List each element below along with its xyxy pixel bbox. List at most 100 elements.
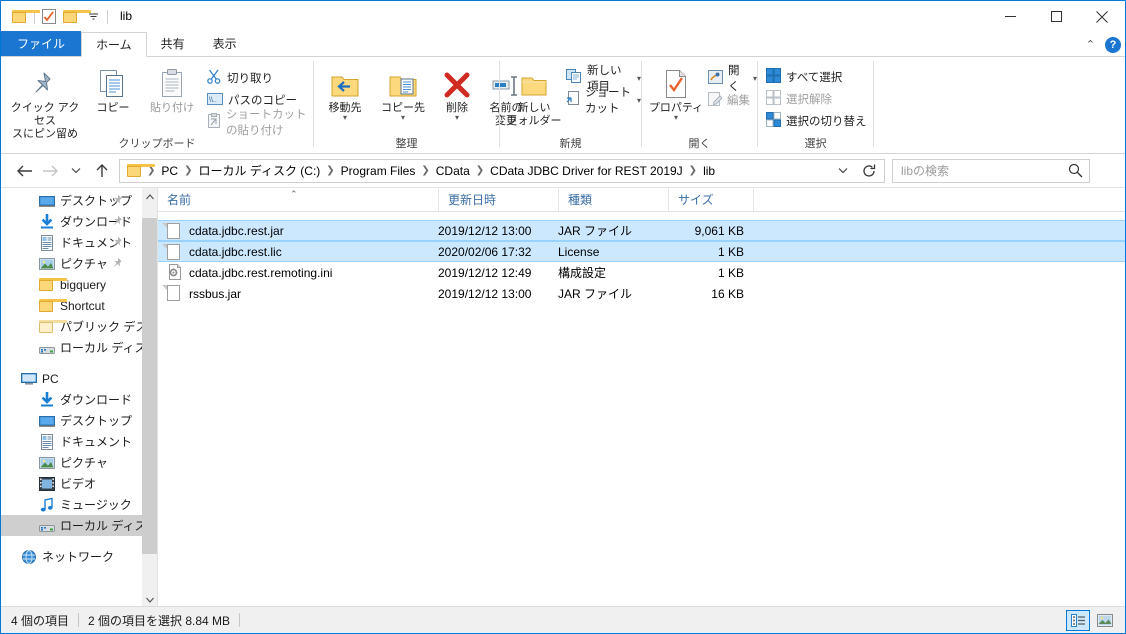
documents-icon [39, 433, 55, 450]
tab-home[interactable]: ホーム [81, 32, 147, 57]
search-input[interactable]: libの検索 [893, 162, 949, 179]
pin-icon[interactable] [112, 215, 123, 229]
select-all-button[interactable]: すべて選択 [766, 67, 842, 87]
minimize-button[interactable] [987, 1, 1033, 32]
sidebar-item-4[interactable]: bigquery [1, 274, 142, 295]
content-area: デスクトップ ダウンロード ドキュメント ピクチャ bigquery Shortcut パブ… [1, 187, 1125, 608]
pin-icon[interactable] [112, 236, 123, 250]
column-header-type[interactable]: 種類 [559, 188, 669, 211]
sidebar-item-14[interactable]: ミュージック [1, 494, 142, 515]
breadcrumb-item-lib[interactable]: lib [698, 164, 720, 178]
sidebar-item-8[interactable]: PC [1, 368, 142, 389]
chevron-down-icon[interactable] [832, 160, 854, 182]
new-folder-button[interactable]: 新しい フォルダー [506, 65, 562, 128]
copy-to-button[interactable]: コピー先 ▾ [374, 65, 432, 122]
sidebar-item-1[interactable]: ダウンロード [1, 211, 142, 232]
properties-icon[interactable] [38, 6, 60, 28]
large-icons-view-button[interactable] [1093, 610, 1117, 631]
select-none-button[interactable]: 選択解除 [766, 89, 832, 109]
tab-share[interactable]: 共有 [147, 31, 199, 56]
edit-button[interactable]: 編集 [708, 90, 750, 110]
file-date-cell: 2019/12/12 12:49 [438, 265, 532, 280]
chevron-down-icon[interactable]: ▾ [674, 114, 678, 122]
sidebar-item-15[interactable]: ローカル ディスク (C [1, 515, 142, 536]
scrollbar-thumb[interactable] [142, 218, 157, 554]
up-button[interactable] [89, 158, 115, 184]
breadcrumb-item-cdata[interactable]: CData [431, 164, 475, 178]
ribbon-group-open: プロパティ ▾ 開く ▾ 編集 開く [642, 57, 757, 153]
pin-icon[interactable] [112, 257, 123, 271]
navigation-scrollbar[interactable] [142, 188, 157, 608]
properties-button[interactable]: プロパティ ▾ [647, 65, 705, 122]
new-folder-icon[interactable] [60, 6, 91, 28]
column-header-size[interactable]: サイズ [669, 188, 754, 211]
paste-shortcut-button[interactable]: ショートカットの貼り付け [207, 109, 313, 137]
pc-icon [21, 371, 37, 387]
scroll-up-arrow[interactable] [142, 188, 157, 205]
copy-button[interactable]: コピー [87, 65, 139, 115]
sidebar-item-2[interactable]: ドキュメント [1, 232, 142, 253]
address-bar[interactable]: ❯ PC ❯ ローカル ディスク (C:) ❯ Program Files ❯ … [119, 158, 885, 183]
sidebar-item-6[interactable]: パブリック デスクトッ [1, 316, 142, 337]
table-row[interactable]: cdata.jdbc.rest.lic 2020/02/06 17:32 Licen… [158, 241, 1125, 262]
breadcrumb-item-program-files[interactable]: Program Files [336, 164, 421, 178]
back-button[interactable] [11, 158, 37, 184]
paste-button[interactable]: 貼り付け [143, 65, 201, 115]
move-to-button[interactable]: 移動先 ▾ [318, 65, 372, 122]
breadcrumb-separator[interactable]: ❯ [325, 165, 335, 176]
sidebar-item-10[interactable]: デスクトップ [1, 410, 142, 431]
breadcrumb-item-pc[interactable]: PC [156, 164, 183, 178]
close-button[interactable] [1079, 1, 1125, 32]
tab-file[interactable]: ファイル [1, 31, 82, 56]
sidebar-item-9[interactable]: ダウンロード [1, 389, 142, 410]
help-icon[interactable]: ? [1105, 36, 1121, 53]
sidebar-item-3[interactable]: ピクチャ [1, 253, 142, 274]
chevron-down-icon[interactable]: ▾ [401, 114, 405, 122]
table-row[interactable]: rssbus.jar 2019/12/12 13:00 JAR ファイル 16 KB [158, 283, 1125, 304]
delete-button[interactable]: 削除 ▾ [436, 65, 478, 122]
shortcut-button[interactable]: ショートカット ▾ [566, 87, 641, 115]
copy-path-icon: \\.. [207, 92, 223, 109]
column-header-date[interactable]: 更新日時 [439, 188, 559, 211]
pin-to-quick-access-button[interactable]: クイック アクセス スにピン留め [7, 65, 83, 141]
details-view-button[interactable] [1066, 610, 1090, 631]
sidebar-item-label: デスクトップ [60, 414, 133, 428]
breadcrumb-separator[interactable]: ❯ [688, 165, 698, 176]
sidebar-item-5[interactable]: Shortcut [1, 295, 142, 316]
sidebar-item-0[interactable]: デスクトップ [1, 190, 142, 211]
sidebar-item-16[interactable]: ネットワーク [1, 546, 142, 567]
cut-button[interactable]: 切り取り [207, 68, 273, 88]
pin-icon[interactable] [112, 194, 123, 208]
file-icon [162, 223, 183, 239]
sidebar-item-11[interactable]: ドキュメント [1, 431, 142, 452]
search-icon[interactable] [1068, 163, 1083, 181]
ini-icon [167, 264, 183, 280]
delete-icon [443, 65, 471, 99]
table-row[interactable]: cdata.jdbc.rest.jar 2019/12/12 13:00 JAR フ… [158, 220, 1125, 241]
invert-selection-button[interactable]: 選択の切り替え [766, 111, 867, 131]
breadcrumb-separator[interactable]: ❯ [475, 165, 485, 176]
breadcrumb-separator[interactable]: ❯ [420, 165, 430, 176]
breadcrumb-item-driver[interactable]: CData JDBC Driver for REST 2019J [485, 164, 688, 178]
sidebar-item-12[interactable]: ピクチャ [1, 452, 142, 473]
folder-icon[interactable] [9, 6, 40, 28]
maximize-button[interactable] [1033, 1, 1079, 32]
sidebar-item-13[interactable]: ビデオ [1, 473, 142, 494]
chevron-down-icon[interactable] [82, 6, 104, 28]
videos-icon [39, 476, 55, 492]
breadcrumb: ❯ PC ❯ ローカル ディスク (C:) ❯ Program Files ❯ … [120, 162, 720, 179]
breadcrumb-item-local-disk[interactable]: ローカル ディスク (C:) [193, 162, 325, 179]
forward-button[interactable] [37, 158, 63, 184]
table-row[interactable]: cdata.jdbc.rest.remoting.ini 2019/12/12 1… [158, 262, 1125, 283]
open-button[interactable]: 開く ▾ [708, 65, 757, 93]
chevron-up-icon[interactable]: ⌃ [1082, 38, 1099, 51]
chevron-down-icon[interactable]: ▾ [455, 114, 459, 122]
column-header-name[interactable]: 名前 ⌃ [158, 188, 439, 211]
breadcrumb-separator[interactable]: ❯ [183, 165, 193, 176]
search-box[interactable]: libの検索 [892, 158, 1090, 183]
chevron-down-icon[interactable]: ▾ [343, 114, 347, 122]
sidebar-item-7[interactable]: ローカル ディスク (C [1, 337, 142, 358]
tab-view[interactable]: 表示 [199, 31, 251, 56]
recent-locations-button[interactable] [63, 158, 89, 184]
refresh-icon[interactable] [856, 160, 882, 182]
